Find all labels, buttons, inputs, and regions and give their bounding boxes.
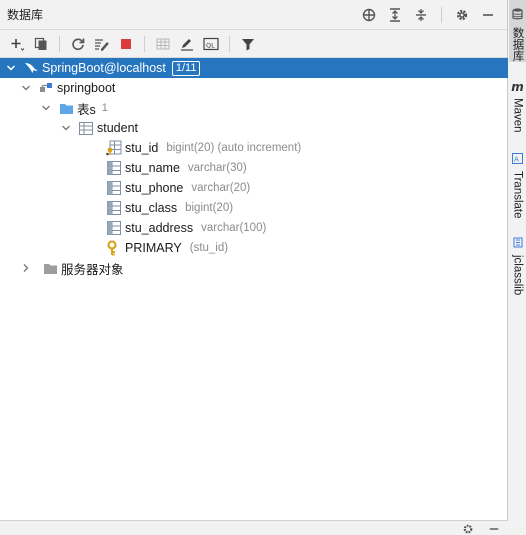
- stop-icon[interactable]: [117, 35, 135, 53]
- column-type: varchar(30): [187, 162, 247, 174]
- key-icon: [106, 240, 122, 256]
- stripe-label-maven: Maven: [511, 98, 524, 133]
- gear-icon[interactable]: [462, 523, 474, 535]
- toolbar-separator: [229, 35, 230, 52]
- tree-node-schema[interactable]: springboot: [20, 78, 115, 98]
- translate-icon: A: [512, 153, 523, 167]
- minimize-icon[interactable]: [479, 6, 497, 24]
- folder-icon: [58, 100, 74, 116]
- tables-count: 1: [101, 102, 108, 114]
- mysql-dolphin-icon: [23, 60, 39, 76]
- database-tree[interactable]: SpringBoot@localhost 1/11 springboot 表s …: [0, 58, 508, 277]
- key-columns: (stu_id): [189, 242, 229, 254]
- header-actions: [360, 6, 497, 24]
- expand-all-icon[interactable]: [386, 6, 404, 24]
- database-tool-window-frame: 数据库 QL SpringBoot@localhost 1/11 springb…: [0, 0, 526, 535]
- column-type: varchar(100): [201, 222, 267, 234]
- stripe-button-jclasslib[interactable]: jclasslib: [509, 237, 526, 299]
- tree-node-key[interactable]: PRIMARY (stu_id): [100, 238, 228, 258]
- maven-icon: m: [511, 80, 524, 94]
- header-separator: [441, 7, 442, 23]
- column-type: bigint(20): [185, 202, 234, 214]
- column-icon: [106, 200, 122, 216]
- chevron-down-icon[interactable]: [60, 122, 72, 134]
- add-target-icon[interactable]: [360, 6, 378, 24]
- chevron-down-icon[interactable]: [5, 62, 17, 74]
- datasource-label: SpringBoot@localhost: [42, 61, 166, 75]
- filter-icon[interactable]: [239, 35, 257, 53]
- schema-properties-icon[interactable]: [93, 35, 111, 53]
- server-objects-label: 服务器对象: [61, 262, 124, 277]
- schema-icon: [38, 80, 54, 96]
- tree-node-server-objects[interactable]: 服务器对象: [20, 258, 124, 278]
- column-name: stu_name: [125, 161, 180, 175]
- tables-folder-label: 表s: [77, 102, 96, 117]
- database-toolbar: QL: [0, 30, 507, 58]
- folder-icon: [42, 260, 58, 276]
- stripe-label-database: 数据库: [511, 27, 524, 62]
- edit-icon[interactable]: [178, 35, 196, 53]
- right-tool-stripe: 数据库 m Maven A Translate jclasslib: [509, 0, 526, 535]
- tree-node-column[interactable]: stu_id bigint(20) (auto increment): [100, 138, 301, 158]
- svg-text:QL: QL: [206, 41, 215, 49]
- collapse-all-icon[interactable]: [412, 6, 430, 24]
- duplicate-icon[interactable]: [32, 35, 50, 53]
- minimize-icon[interactable]: [488, 523, 500, 535]
- column-type: bigint(20) (auto increment): [166, 142, 302, 154]
- gear-icon[interactable]: [453, 6, 471, 24]
- bottom-bar: [0, 520, 508, 535]
- panel-title: 数据库: [7, 8, 44, 22]
- tree-node-column[interactable]: stu_name varchar(30): [100, 158, 247, 178]
- chevron-down-icon[interactable]: [40, 102, 52, 114]
- schema-label: springboot: [57, 81, 116, 95]
- column-type: varchar(20): [191, 182, 251, 194]
- schema-count-badge: 1/11: [171, 60, 201, 76]
- query-console-icon[interactable]: QL: [202, 35, 220, 53]
- add-icon[interactable]: [8, 35, 26, 53]
- column-name: stu_phone: [125, 181, 184, 195]
- stripe-label-translate: Translate: [511, 171, 524, 219]
- chevron-down-icon[interactable]: [20, 82, 32, 94]
- table-editor-icon[interactable]: [154, 35, 172, 53]
- column-name: stu_class: [125, 201, 178, 215]
- database-icon: [512, 8, 523, 23]
- key-name: PRIMARY: [125, 241, 182, 255]
- column-icon: [106, 180, 122, 196]
- column-name: stu_address: [125, 221, 194, 235]
- tree-node-tables-folder[interactable]: 表s 1: [40, 98, 108, 118]
- refresh-icon[interactable]: [69, 35, 87, 53]
- bottom-actions: [462, 523, 500, 535]
- svg-text:A: A: [514, 156, 519, 164]
- stripe-button-database[interactable]: 数据库: [509, 0, 526, 62]
- panel-header: 数据库: [0, 0, 507, 30]
- tree-node-column[interactable]: stu_class bigint(20): [100, 198, 233, 218]
- table-icon: [78, 120, 94, 136]
- jclasslib-icon: [513, 237, 523, 251]
- stripe-label-jclasslib: jclasslib: [511, 255, 524, 296]
- tree-node-column[interactable]: stu_address varchar(100): [100, 218, 266, 238]
- column-name: stu_id: [125, 141, 159, 155]
- tree-node-table[interactable]: student: [60, 118, 138, 138]
- database-panel: 数据库 QL SpringBoot@localhost 1/11 springb…: [0, 0, 508, 520]
- stripe-button-maven[interactable]: m Maven: [509, 80, 526, 140]
- tree-node-column[interactable]: stu_phone varchar(20): [100, 178, 250, 198]
- chevron-right-icon[interactable]: [20, 262, 32, 274]
- primary-key-column-icon: [106, 140, 122, 156]
- column-icon: [106, 220, 122, 236]
- stripe-button-translate[interactable]: A Translate: [509, 153, 526, 223]
- table-label: student: [97, 121, 139, 135]
- column-icon: [106, 160, 122, 176]
- tree-node-datasource[interactable]: SpringBoot@localhost 1/11: [0, 58, 508, 78]
- toolbar-separator: [59, 35, 60, 52]
- toolbar-separator: [144, 35, 145, 52]
